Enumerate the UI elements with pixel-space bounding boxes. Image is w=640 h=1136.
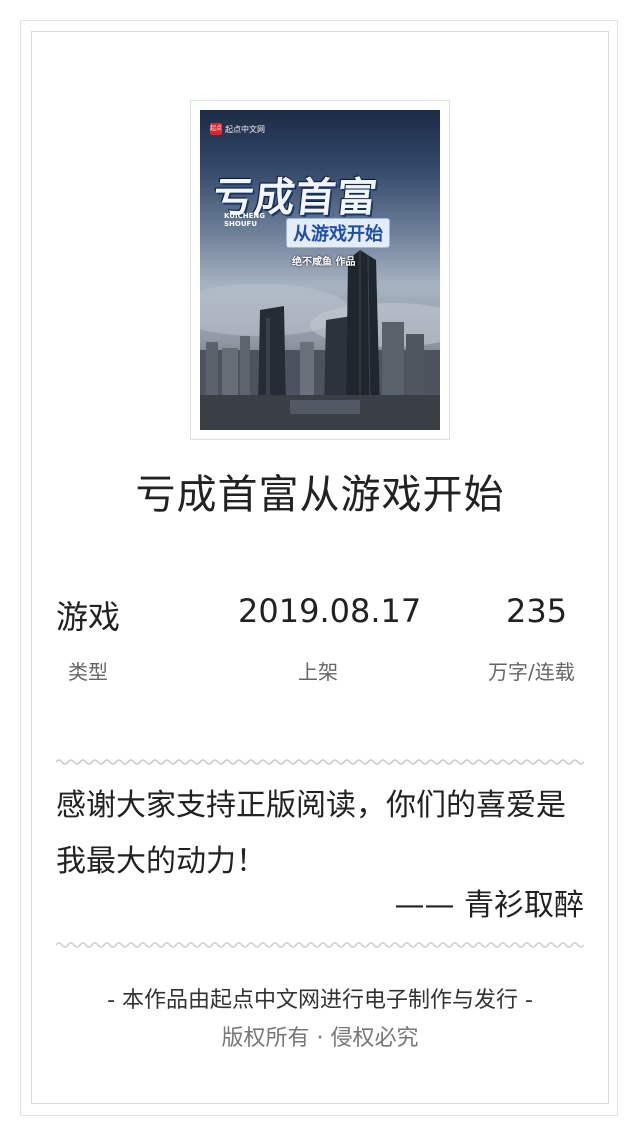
wavy-divider-top [56,759,584,765]
author-signature: —— 青衫取醉 [394,888,584,923]
stat-genre-value: 游戏 [56,598,121,636]
book-cover-image: 起点 起点中文网 亏成首富 KUICHENG SHOUFU 从游戏开始 绝不咸鱼… [200,110,440,430]
book-title: 亏成首富从游戏开始 [135,472,505,518]
stat-genre-label: 类型 [68,660,108,684]
book-cover-frame: 起点 起点中文网 亏成首富 KUICHENG SHOUFU 从游戏开始 绝不咸鱼… [190,100,450,440]
copyright-notice: 版权所有 · 侵权必究 [221,1026,419,1051]
stat-date-value: 2019.08.17 [238,592,422,630]
cover-publisher-logo: 起点 起点中文网 [210,122,265,136]
cover-cityscape-art [200,250,440,430]
cover-pinyin-line-2: SHOUFU [224,220,258,228]
cover-pinyin: KUICHENG SHOUFU [224,212,265,228]
stat-wordcount-label: 万字/连载 [488,660,575,684]
cover-pinyin-line-1: KUICHENG [224,212,265,220]
qidian-logo-icon: 起点 [210,123,222,135]
cover-author-art: 绝不咸鱼 作品 [292,257,356,268]
cover-subtitle-art: 从游戏开始 [286,218,390,248]
stat-wordcount-value: 235 [506,592,568,630]
wavy-divider-bottom [56,942,584,948]
cover-publisher-name: 起点中文网 [225,124,265,134]
stat-date-label: 上架 [298,660,338,684]
publisher-notice: - 本作品由起点中文网进行电子制作与发行 - [107,988,533,1013]
thank-you-message: 感谢大家支持正版阅读，你们的喜爱是我最大的动力！ [56,788,566,879]
